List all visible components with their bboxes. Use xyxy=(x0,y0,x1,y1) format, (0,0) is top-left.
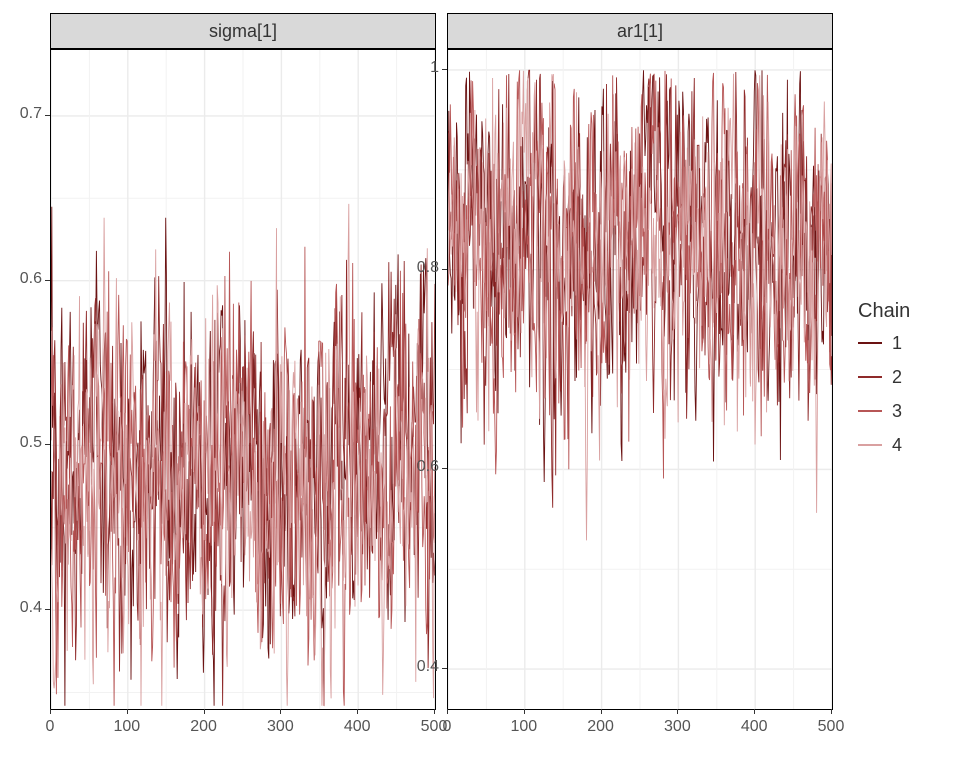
y-tick-label: 1 xyxy=(405,59,439,77)
x-tick-label: 400 xyxy=(335,718,379,736)
panel-2-title: ar1[1] xyxy=(617,21,663,41)
legend-label-4: 4 xyxy=(892,435,902,456)
panel-2-strip: ar1[1] xyxy=(447,13,833,49)
x-tick-label: 300 xyxy=(258,718,302,736)
legend-swatch-1 xyxy=(858,342,882,344)
x-tick-label: 400 xyxy=(732,718,776,736)
x-tick-label: 300 xyxy=(655,718,699,736)
trace-plot-figure: sigma[1] ar1[1] 0.40.50.60.7 0.40.60.81 … xyxy=(0,0,960,768)
legend-entry-4: 4 xyxy=(858,433,910,457)
legend-swatch-4 xyxy=(858,444,882,446)
legend-swatch-3 xyxy=(858,410,882,412)
legend-entry-2: 2 xyxy=(858,365,910,389)
panel-1-title: sigma[1] xyxy=(209,21,277,41)
y-tick-label: 0.4 xyxy=(405,658,439,676)
x-tick-label: 500 xyxy=(809,718,853,736)
x-tick-label: 0 xyxy=(28,718,72,736)
y-tick-label: 0.8 xyxy=(405,259,439,277)
x-tick-label: 200 xyxy=(182,718,226,736)
x-tick-label: 200 xyxy=(579,718,623,736)
legend-label-2: 2 xyxy=(892,367,902,388)
x-tick-label: 0 xyxy=(425,718,469,736)
y-tick-label: 0.5 xyxy=(8,434,42,452)
legend-entry-3: 3 xyxy=(858,399,910,423)
legend-entry-1: 1 xyxy=(858,331,910,355)
y-tick-label: 0.4 xyxy=(8,599,42,617)
legend-swatch-2 xyxy=(858,376,882,378)
x-tick-label: 100 xyxy=(502,718,546,736)
panel-1-strip: sigma[1] xyxy=(50,13,436,49)
panel-1 xyxy=(50,49,436,710)
legend-title: Chain xyxy=(858,300,910,323)
legend: Chain 1 2 3 4 xyxy=(858,300,910,467)
y-tick-label: 0.6 xyxy=(8,270,42,288)
legend-label-3: 3 xyxy=(892,401,902,422)
legend-label-1: 1 xyxy=(892,333,902,354)
x-tick-label: 100 xyxy=(105,718,149,736)
panel-2 xyxy=(447,49,833,710)
y-tick-label: 0.7 xyxy=(8,105,42,123)
y-tick-label: 0.6 xyxy=(405,458,439,476)
